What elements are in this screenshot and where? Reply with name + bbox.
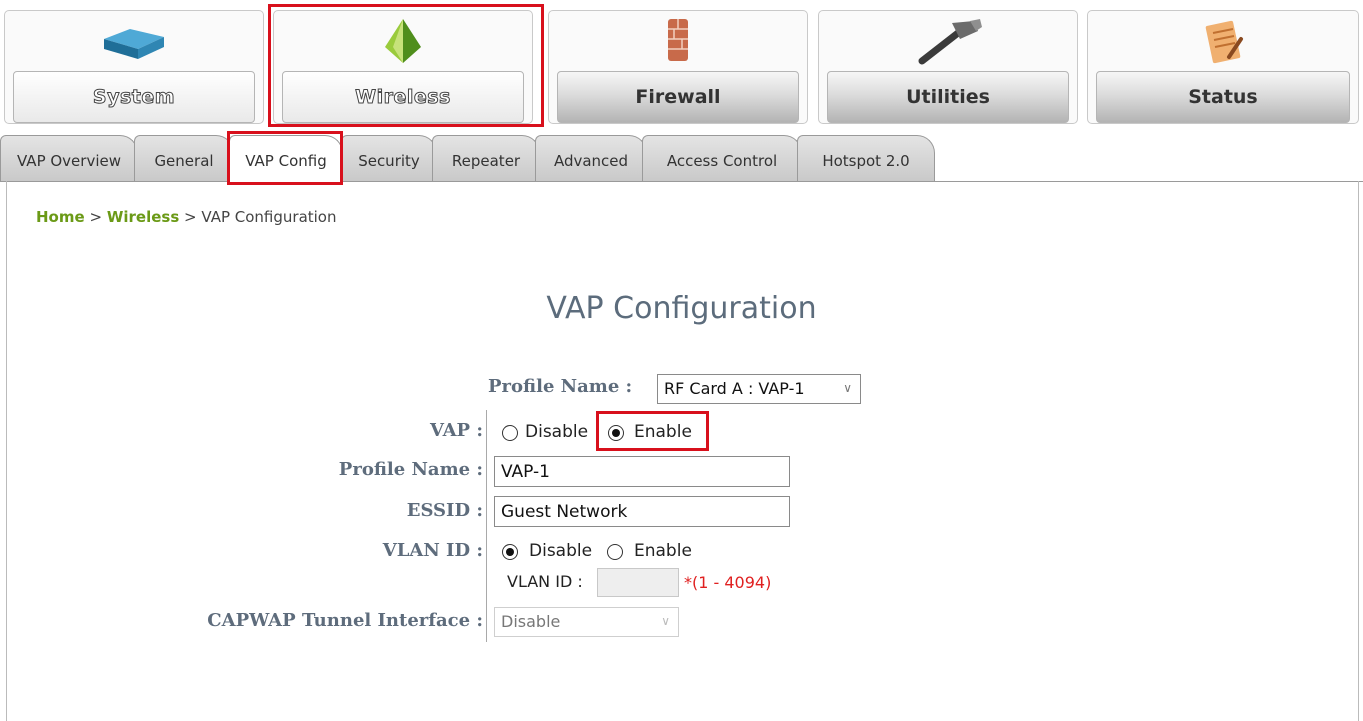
nav-firewall-button[interactable]: Firewall xyxy=(548,10,808,124)
vlan-enable-radio[interactable] xyxy=(607,544,623,560)
vap-disable-label: Disable xyxy=(525,422,589,442)
vap-label: VAP : xyxy=(430,420,483,441)
essid-input[interactable] xyxy=(494,496,790,527)
router-icon xyxy=(94,17,174,67)
tab-hotspot[interactable]: Hotspot 2.0 xyxy=(797,135,935,181)
tab-access-control[interactable]: Access Control xyxy=(642,135,802,181)
nav-status-button[interactable]: Status xyxy=(1087,10,1359,124)
profile-select-label: Profile Name : xyxy=(488,376,633,397)
profile-select-value: RF Card A : VAP-1 xyxy=(664,379,805,398)
vlan-enable-label: Enable xyxy=(634,541,692,561)
capwap-label: CAPWAP Tunnel Interface : xyxy=(207,610,483,631)
nav-firewall-label: Firewall xyxy=(557,71,799,123)
tab-vap-config[interactable]: VAP Config xyxy=(229,135,343,182)
vlan-range-hint: *(1 - 4094) xyxy=(684,573,772,592)
firewall-brick-icon xyxy=(638,17,718,67)
vlan-disable-label: Disable xyxy=(529,541,593,561)
vap-enable-label: Enable xyxy=(634,422,692,442)
tab-general[interactable]: General xyxy=(134,135,234,181)
vap-enable-radio[interactable] xyxy=(608,425,624,441)
nav-utilities-button[interactable]: Utilities xyxy=(818,10,1078,124)
notepad-pencil-icon xyxy=(1183,17,1263,67)
breadcrumb-wireless-link[interactable]: Wireless xyxy=(107,208,179,226)
capwap-select[interactable]: Disable ∨ xyxy=(494,607,679,637)
essid-label: ESSID : xyxy=(406,500,483,521)
breadcrumb-current: VAP Configuration xyxy=(201,208,337,226)
tab-vap-overview[interactable]: VAP Overview xyxy=(0,135,138,181)
hammer-icon xyxy=(908,17,988,67)
vlan-label: VLAN ID : xyxy=(382,540,483,561)
content-panel xyxy=(6,181,1359,721)
chevron-down-icon: ∨ xyxy=(843,381,852,395)
breadcrumb-separator: > xyxy=(89,208,103,226)
wireless-pyramid-icon xyxy=(363,17,443,67)
nav-status-label: Status xyxy=(1096,71,1350,123)
breadcrumb-separator: > xyxy=(184,208,197,226)
profile-name-label: Profile Name : xyxy=(338,459,483,480)
tab-repeater[interactable]: Repeater xyxy=(432,135,540,181)
profile-select[interactable]: RF Card A : VAP-1 ∨ xyxy=(657,374,861,404)
vlan-id-sub-label: VLAN ID : xyxy=(507,572,583,591)
chevron-down-icon: ∨ xyxy=(661,614,670,628)
capwap-select-value: Disable xyxy=(501,612,561,631)
nav-system-button[interactable]: System xyxy=(4,10,264,124)
vlan-disable-radio[interactable] xyxy=(502,544,518,560)
nav-system-label: System xyxy=(13,71,255,123)
nav-wireless-label: Wireless xyxy=(282,71,524,123)
vap-disable-radio[interactable] xyxy=(502,425,518,441)
form-divider xyxy=(486,410,487,642)
tab-advanced[interactable]: Advanced xyxy=(535,135,647,181)
profile-name-input[interactable] xyxy=(494,456,790,487)
vlan-id-input[interactable] xyxy=(597,568,679,597)
breadcrumb: Home > Wireless > VAP Configuration xyxy=(36,208,337,226)
breadcrumb-home-link[interactable]: Home xyxy=(36,208,85,226)
nav-wireless-button[interactable]: Wireless xyxy=(273,10,533,124)
nav-utilities-label: Utilities xyxy=(827,71,1069,123)
page-title: VAP Configuration xyxy=(546,291,817,326)
tab-security[interactable]: Security xyxy=(341,135,437,181)
